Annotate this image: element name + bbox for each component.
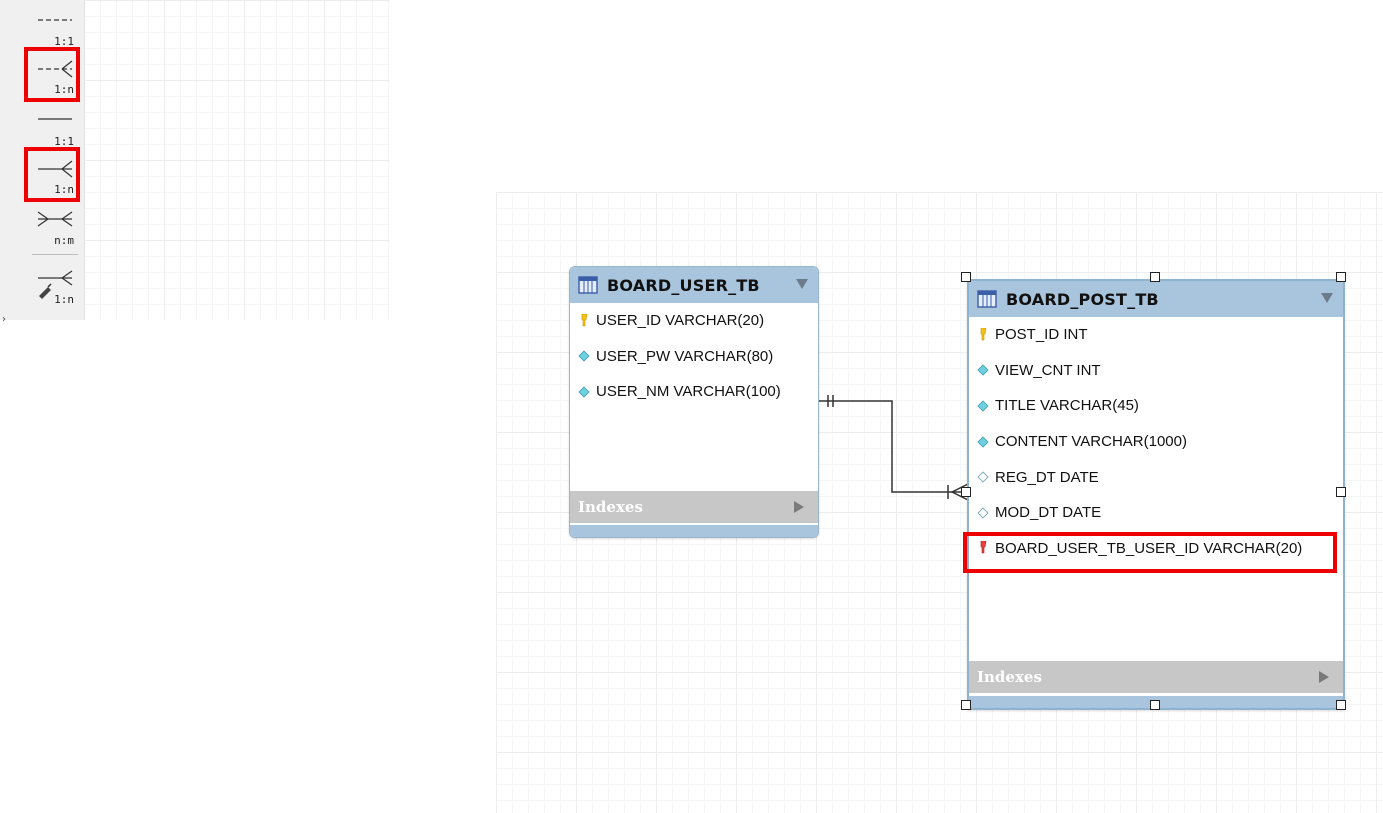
column-text: POST_ID INT — [995, 326, 1088, 344]
table-footer — [570, 525, 818, 537]
resize-handle-bottom[interactable] — [1150, 700, 1160, 710]
tool-existing-columns-one-to-many[interactable]: 1:n — [24, 262, 80, 312]
column-row[interactable]: MOD_DT DATE — [969, 495, 1343, 531]
column-text: VIEW_CNT INT — [995, 361, 1101, 379]
column-row[interactable]: TITLE VARCHAR(45) — [969, 388, 1343, 424]
table-name: BOARD_POST_TB — [1006, 289, 1159, 309]
table-header[interactable]: BOARD_POST_TB — [969, 281, 1343, 317]
nullable-diamond-icon — [977, 471, 989, 483]
column-diamond-icon — [578, 350, 590, 362]
resize-handle-top-left[interactable] — [961, 272, 971, 282]
indexes-label: Indexes — [578, 498, 643, 516]
tool-solid-one-to-many[interactable]: 1:n — [24, 147, 80, 202]
resize-handle-top-right[interactable] — [1336, 272, 1346, 282]
table-board-user-tb[interactable]: BOARD_USER_TB USER_ID VARCHAR(20) USER_P… — [569, 266, 819, 538]
tool-dashed-one-to-many[interactable]: 1:n — [24, 47, 80, 102]
tool-label: 1:n — [54, 293, 74, 306]
palette-separator — [32, 254, 78, 255]
expand-arrow-icon[interactable] — [794, 501, 804, 513]
column-diamond-icon — [977, 436, 989, 448]
resize-handle-bottom-right[interactable] — [1336, 700, 1346, 710]
column-row[interactable]: REG_DT DATE — [969, 459, 1343, 495]
resize-handle-bottom-left[interactable] — [961, 700, 971, 710]
column-text: CONTENT VARCHAR(1000) — [995, 433, 1187, 451]
column-text: REG_DT DATE — [995, 468, 1099, 486]
relationship-tool-palette: 1:1 1:n 1:1 1:n n:m 1:n — [0, 0, 85, 320]
resize-handle-top[interactable] — [1150, 272, 1160, 282]
table-icon — [578, 276, 598, 294]
expand-arrow-icon[interactable] — [1319, 671, 1329, 683]
column-text: USER_NM VARCHAR(100) — [596, 383, 781, 401]
table-name: BOARD_USER_TB — [607, 275, 760, 295]
column-text: MOD_DT DATE — [995, 504, 1102, 522]
resize-handle-right[interactable] — [1336, 487, 1346, 497]
table-icon — [977, 290, 997, 308]
column-list: POST_ID INT VIEW_CNT INT TITLE VARCHAR(4… — [969, 317, 1343, 566]
indexes-label: Indexes — [977, 668, 1042, 686]
column-text: USER_PW VARCHAR(80) — [596, 347, 774, 365]
tool-many-to-many[interactable]: n:m — [24, 203, 80, 253]
nullable-diamond-icon — [977, 507, 989, 519]
table-header[interactable]: BOARD_USER_TB — [570, 267, 818, 303]
resize-handle-left[interactable] — [961, 487, 971, 497]
collapse-arrow-icon[interactable] — [796, 279, 808, 289]
column-row[interactable]: CONTENT VARCHAR(1000) — [969, 424, 1343, 460]
primary-key-icon — [581, 313, 588, 327]
column-row[interactable]: USER_PW VARCHAR(80) — [570, 339, 818, 375]
column-text: TITLE VARCHAR(45) — [995, 397, 1139, 415]
column-diamond-icon — [977, 400, 989, 412]
tool-label: 1:n — [54, 83, 74, 96]
column-row[interactable]: USER_ID VARCHAR(20) — [570, 303, 818, 339]
column-text: USER_ID VARCHAR(20) — [596, 312, 765, 330]
tool-label: n:m — [54, 234, 74, 247]
column-row[interactable]: VIEW_CNT INT — [969, 353, 1343, 389]
primary-key-icon — [980, 327, 987, 341]
indexes-section[interactable]: Indexes — [570, 491, 818, 523]
column-row[interactable]: POST_ID INT — [969, 317, 1343, 353]
column-list: USER_ID VARCHAR(20) USER_PW VARCHAR(80) … — [570, 303, 818, 410]
palette-expand-chevron-icon[interactable]: › — [2, 314, 6, 325]
column-diamond-icon — [977, 364, 989, 376]
foreign-key-highlight-box — [963, 532, 1337, 573]
column-diamond-icon — [578, 386, 590, 398]
table-board-post-tb[interactable]: BOARD_POST_TB POST_ID INT VIEW_CNT INT T… — [967, 279, 1345, 710]
collapse-arrow-icon[interactable] — [1321, 293, 1333, 303]
palette-canvas-grid — [84, 0, 390, 320]
tool-label: 1:n — [54, 183, 74, 196]
indexes-section[interactable]: Indexes — [969, 661, 1343, 693]
column-row[interactable]: USER_NM VARCHAR(100) — [570, 374, 818, 410]
